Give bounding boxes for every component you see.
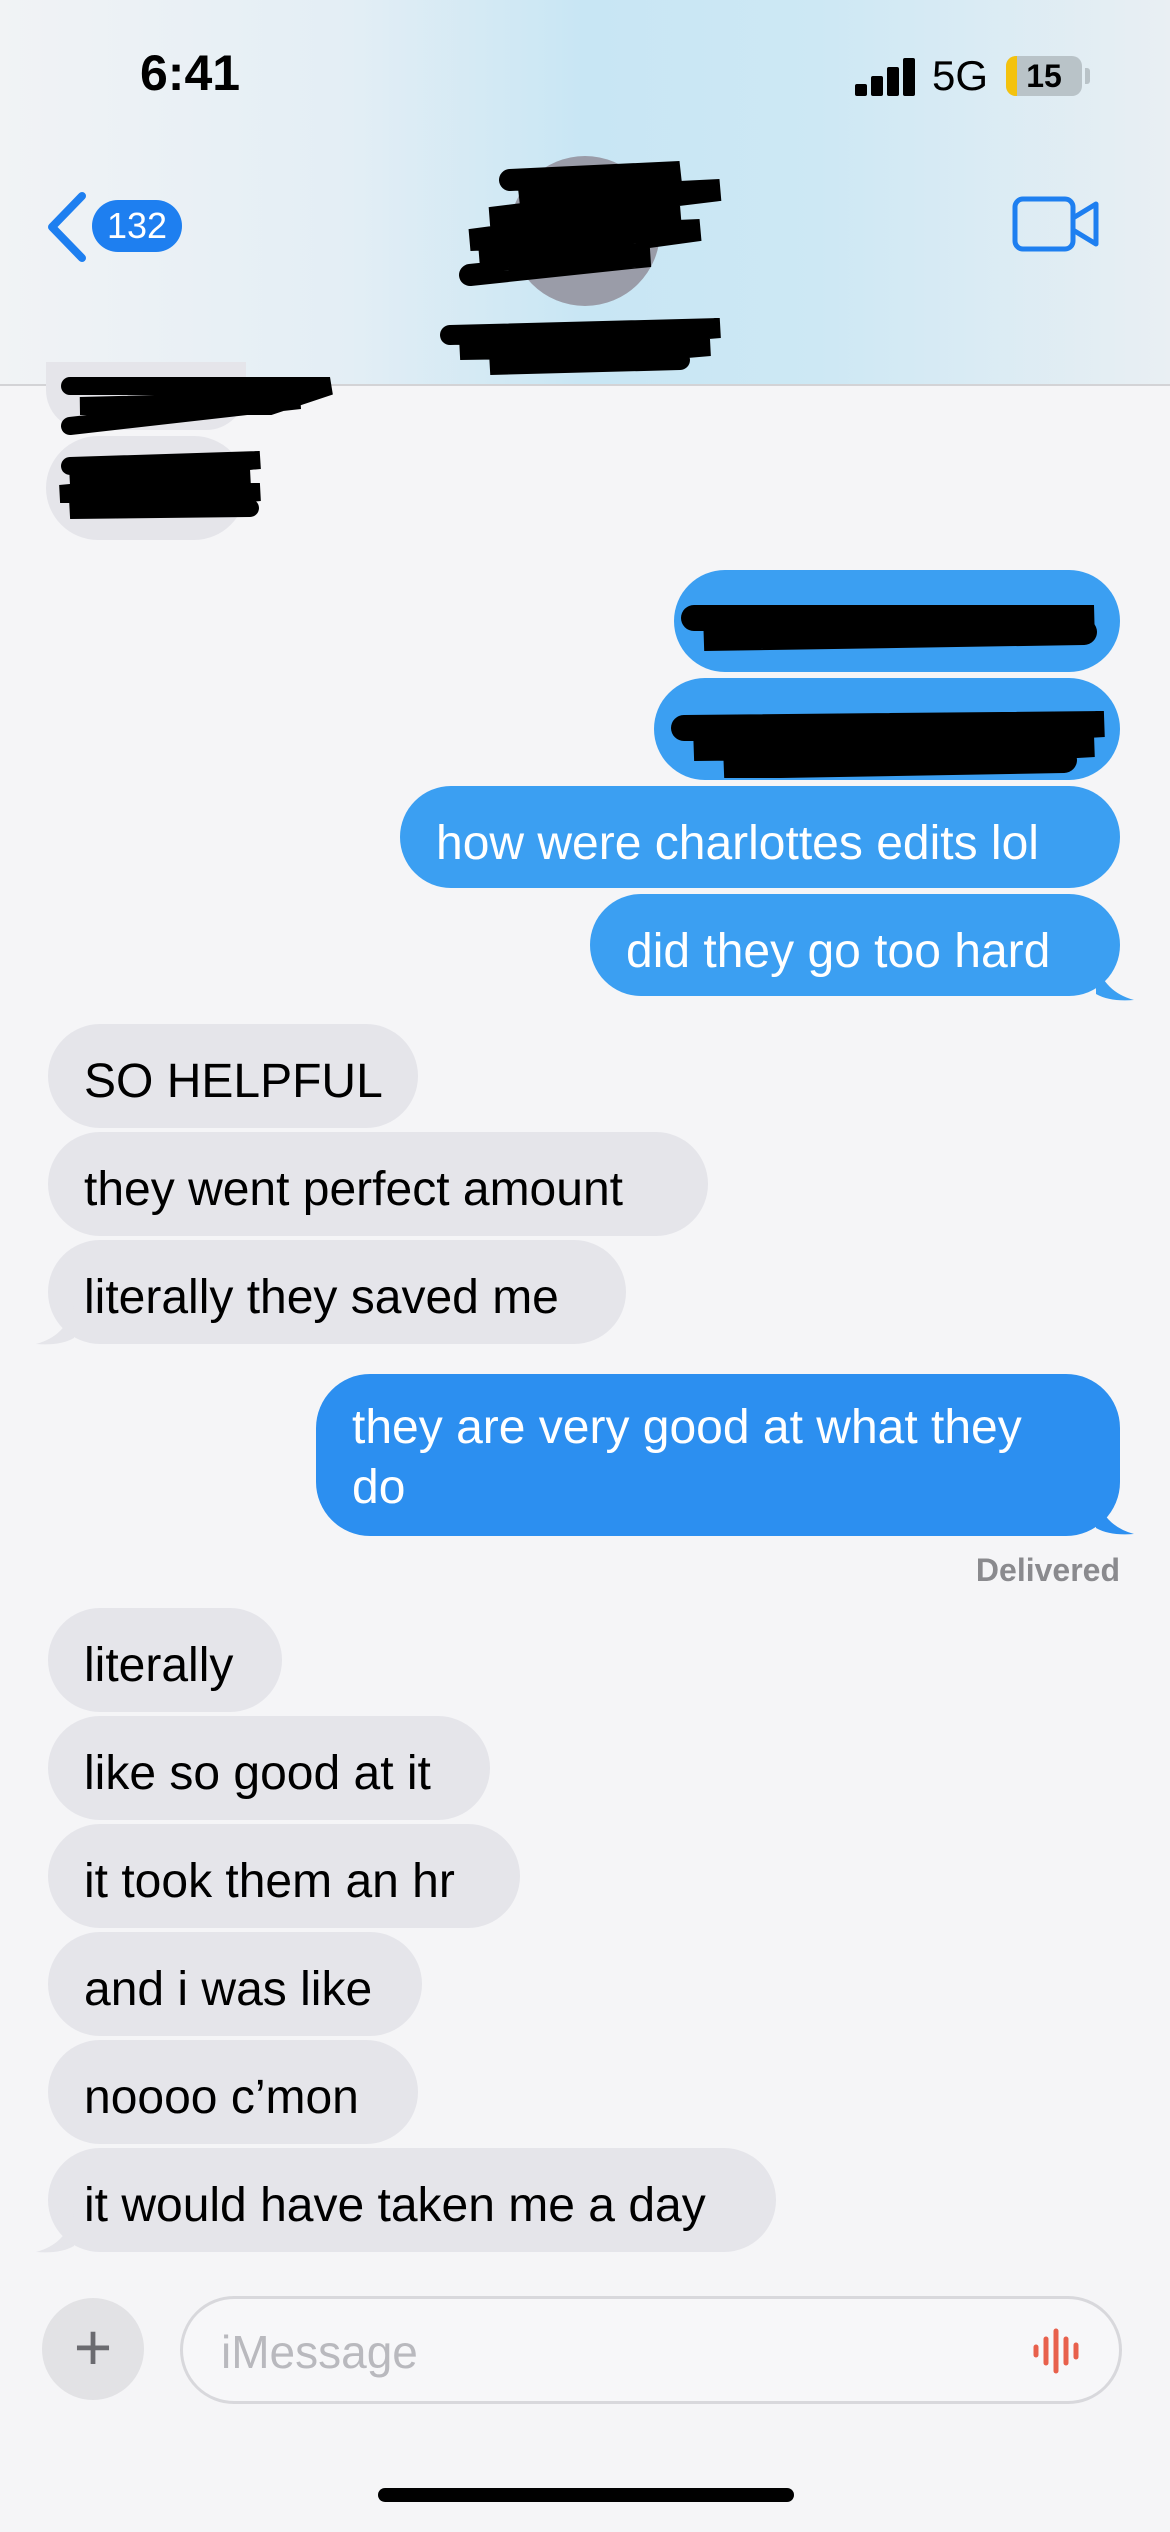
- message-bubble-incoming[interactable]: they went perfect amount: [48, 1132, 708, 1236]
- video-camera-icon: [1012, 196, 1099, 252]
- home-indicator[interactable]: [378, 2488, 794, 2502]
- message-input-placeholder: iMessage: [221, 2326, 418, 2378]
- message-bubble-incoming[interactable]: literally they saved me: [48, 1240, 626, 1344]
- message-bubble-incoming[interactable]: SO HELPFUL: [48, 1024, 418, 1128]
- bubble-tail: [1096, 962, 1134, 1001]
- message-bubble-outgoing[interactable]: did they go too hard: [590, 894, 1120, 996]
- message-bubble-incoming[interactable]: noooo c’mon: [48, 2040, 418, 2144]
- message-bubble-incoming[interactable]: it would have taken me a day: [48, 2148, 776, 2252]
- redacted-contact-name: [440, 161, 722, 375]
- message-bubble-incoming[interactable]: and i was like: [48, 1932, 422, 2036]
- status-time: 6:41: [140, 45, 241, 101]
- back-button[interactable]: 132: [44, 188, 184, 264]
- network-label: 5G: [932, 52, 989, 99]
- message-bubble-outgoing[interactable]: how were charlottes edits lol: [400, 786, 1120, 888]
- chevron-left-icon: [48, 192, 86, 262]
- signal-icon: [855, 56, 917, 96]
- plus-icon: +: [73, 2310, 113, 2384]
- message-bubble-incoming[interactable]: it took them an hr: [48, 1824, 520, 1928]
- message-bubble-incoming[interactable]: literally: [48, 1608, 282, 1712]
- video-call-button[interactable]: [1012, 196, 1100, 252]
- bubble-tail: [1096, 1496, 1134, 1535]
- bubble-tail: [36, 2214, 74, 2253]
- battery-icon: 15: [1006, 56, 1082, 96]
- audio-waveform-icon[interactable]: [1031, 2327, 1085, 2375]
- unread-count-badge: 132: [92, 200, 182, 252]
- delivered-status: Delivered: [975, 1552, 1120, 1588]
- redacted-message-text: [671, 605, 1105, 778]
- bubble-tail: [36, 1306, 74, 1345]
- message-input[interactable]: iMessage: [180, 2296, 1122, 2404]
- battery-level: 15: [1026, 58, 1062, 94]
- conversation-header: 6:41 5G 15 132: [0, 0, 1170, 386]
- redacted-message-text: [59, 377, 333, 519]
- add-attachment-button[interactable]: +: [42, 2298, 144, 2400]
- message-bubble-outgoing[interactable]: they are very good at what they do: [316, 1374, 1120, 1536]
- message-bubble-incoming[interactable]: like so good at it: [48, 1716, 490, 1820]
